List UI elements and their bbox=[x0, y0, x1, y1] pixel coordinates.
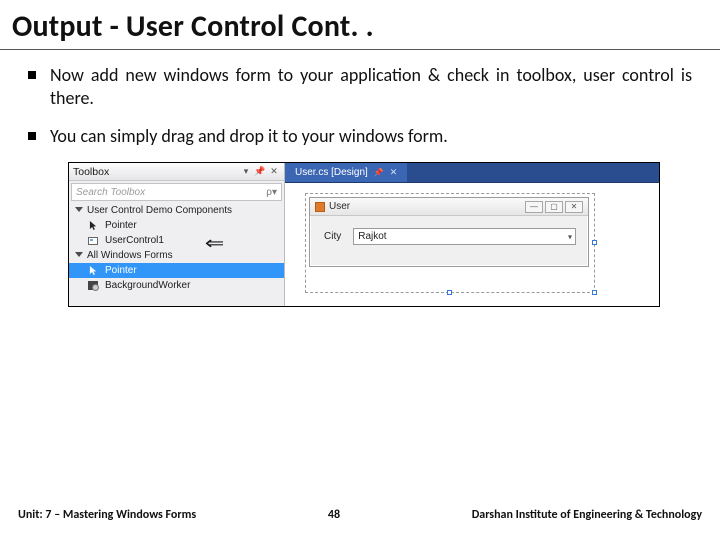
tab-close-icon[interactable]: ✕ bbox=[390, 167, 398, 178]
designer-surface: User.cs [Design] 📌 ✕ User — bbox=[285, 163, 659, 306]
resize-handle[interactable] bbox=[592, 290, 597, 295]
toolbox-item-pointer[interactable]: Pointer bbox=[69, 218, 284, 233]
bullet-item: You can simply drag and drop it to your … bbox=[28, 125, 692, 148]
slide-content: Now add new windows form to your applica… bbox=[0, 50, 720, 307]
slide-title: Output - User Control Cont. . bbox=[0, 0, 720, 50]
backgroundworker-icon bbox=[87, 281, 99, 291]
form-title: User bbox=[329, 201, 350, 212]
group-label: All Windows Forms bbox=[87, 250, 173, 261]
tab-pin-icon[interactable]: 📌 bbox=[374, 168, 384, 177]
document-tab-well: User.cs [Design] 📌 ✕ bbox=[285, 163, 659, 183]
minimize-icon[interactable]: — bbox=[525, 201, 543, 213]
search-icon: ρ▾ bbox=[266, 187, 277, 198]
expand-icon bbox=[75, 252, 83, 257]
bullet-list: Now add new windows form to your applica… bbox=[28, 64, 692, 148]
tab-label: User.cs [Design] bbox=[295, 167, 368, 178]
resize-handle[interactable] bbox=[592, 240, 597, 245]
designer-canvas[interactable]: User — ▢ ✕ City Rajkot ▾ bbox=[285, 183, 659, 306]
city-combobox[interactable]: Rajkot ▾ bbox=[353, 228, 576, 245]
item-label: Pointer bbox=[105, 265, 137, 276]
pin-icon[interactable]: 📌 bbox=[254, 166, 266, 178]
footer-left: Unit: 7 – Mastering Windows Forms bbox=[18, 508, 196, 522]
toolbox-title: Toolbox bbox=[73, 166, 109, 178]
slide-footer: Unit: 7 – Mastering Windows Forms 48 Dar… bbox=[0, 508, 720, 522]
item-label: Pointer bbox=[105, 220, 137, 231]
form-icon bbox=[315, 202, 325, 212]
item-label: UserControl1 bbox=[105, 235, 164, 246]
toolbox-search[interactable]: Search Toolbox ρ▾ bbox=[71, 183, 282, 201]
screenshot-figure: Toolbox ▾ 📌 ✕ Search Toolbox ρ▾ User Con… bbox=[68, 162, 660, 307]
pointer-icon bbox=[87, 266, 99, 276]
usercontrol-icon bbox=[87, 236, 99, 246]
toolbox-item-backgroundworker[interactable]: BackgroundWorker bbox=[69, 278, 284, 293]
toolbox-panel: Toolbox ▾ 📌 ✕ Search Toolbox ρ▾ User Con… bbox=[69, 163, 285, 306]
bullet-item: Now add new windows form to your applica… bbox=[28, 64, 692, 111]
combobox-value: Rajkot bbox=[358, 231, 386, 242]
toolbox-titlebar: Toolbox ▾ 📌 ✕ bbox=[69, 163, 284, 181]
windows-form[interactable]: User — ▢ ✕ City Rajkot ▾ bbox=[309, 197, 589, 267]
field-label: City bbox=[324, 231, 341, 242]
form-body: City Rajkot ▾ bbox=[310, 216, 588, 245]
pointer-icon bbox=[87, 221, 99, 231]
close-icon[interactable]: ✕ bbox=[268, 166, 280, 178]
callout-arrow-icon: ⇐ bbox=[205, 233, 225, 254]
search-placeholder: Search Toolbox bbox=[76, 187, 145, 198]
toolbox-item-pointer-selected[interactable]: Pointer bbox=[69, 263, 284, 278]
close-icon[interactable]: ✕ bbox=[565, 201, 583, 213]
footer-page: 48 bbox=[196, 508, 472, 522]
resize-handle[interactable] bbox=[447, 290, 452, 295]
footer-right: Darshan Institute of Engineering & Techn… bbox=[472, 508, 702, 522]
document-tab[interactable]: User.cs [Design] 📌 ✕ bbox=[285, 163, 408, 182]
maximize-icon[interactable]: ▢ bbox=[545, 201, 563, 213]
toolbox-item-usercontrol[interactable]: UserControl1 bbox=[69, 233, 284, 248]
toolbox-group[interactable]: All Windows Forms bbox=[69, 248, 284, 263]
chevron-down-icon: ▾ bbox=[568, 232, 572, 241]
dropdown-icon[interactable]: ▾ bbox=[240, 166, 252, 178]
expand-icon bbox=[75, 207, 83, 212]
toolbox-group[interactable]: User Control Demo Components bbox=[69, 203, 284, 218]
form-titlebar: User — ▢ ✕ bbox=[310, 198, 588, 216]
group-label: User Control Demo Components bbox=[87, 205, 232, 216]
item-label: BackgroundWorker bbox=[105, 280, 190, 291]
